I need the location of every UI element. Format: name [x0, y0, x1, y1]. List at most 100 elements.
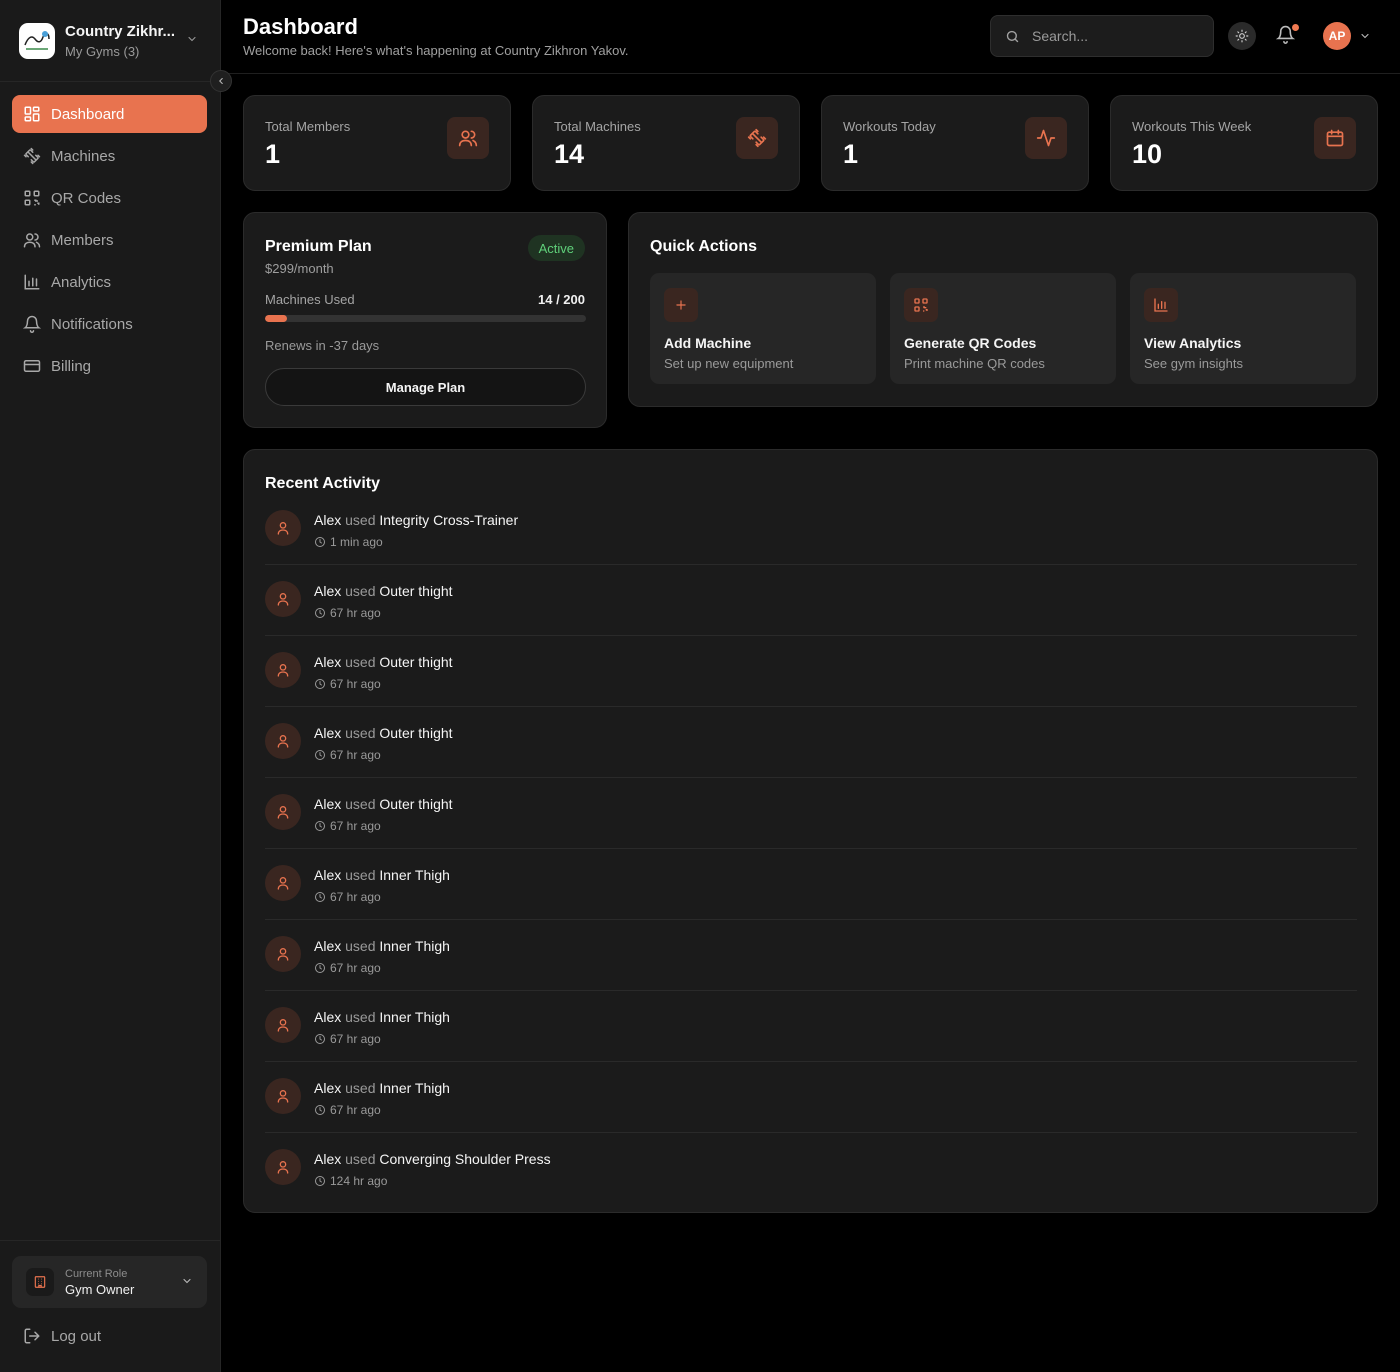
activity-time-text: 1 min ago: [330, 535, 383, 549]
activity-time-text: 67 hr ago: [330, 1103, 381, 1117]
theme-toggle-button[interactable]: [1228, 22, 1256, 50]
search-box[interactable]: [990, 15, 1214, 57]
activity-user: Alex: [314, 796, 342, 812]
chevron-left-icon: [216, 76, 226, 86]
bar-chart-icon: [23, 273, 41, 291]
stat-label: Workouts This Week: [1132, 119, 1252, 134]
chevron-down-icon: [186, 33, 198, 45]
quick-action-name: Add Machine: [664, 335, 752, 351]
stat-card-workouts-today: Workouts Today 1: [821, 95, 1089, 191]
quick-action-name: View Analytics: [1144, 335, 1242, 351]
activity-list: Alex used Integrity Cross-Trainer 1 min a…: [265, 494, 1357, 1204]
sidebar-item-qr-codes[interactable]: QR Codes: [12, 179, 207, 217]
activity-row: Alex used Inner Thigh 67 hr ago: [265, 849, 1357, 920]
role-label: Current Role: [65, 1267, 128, 1280]
logout-icon: [23, 1327, 41, 1345]
clock-icon: [314, 749, 330, 761]
stat-card-total-members: Total Members 1: [243, 95, 511, 191]
activity-row: Alex used Inner Thigh 67 hr ago: [265, 1062, 1357, 1133]
activity-machine: Inner Thigh: [379, 1009, 450, 1025]
activity-verb: used: [345, 796, 376, 812]
activity-time: 67 hr ago: [314, 677, 381, 691]
clock-icon: [314, 1104, 330, 1116]
user-icon: [265, 581, 301, 617]
page-subtitle: Welcome back! Here's what's happening at…: [243, 43, 629, 58]
usage-progress-bar: [265, 315, 586, 322]
bar-chart-icon: [1144, 288, 1178, 322]
user-icon: [265, 1149, 301, 1185]
search-icon: [1005, 29, 1020, 44]
gym-switcher[interactable]: Country Zikhr... My Gyms (3): [0, 0, 221, 82]
stat-label: Total Machines: [554, 119, 641, 134]
sidebar-nav: Dashboard Machines QR Codes Members Anal…: [12, 95, 207, 389]
activity-time-text: 67 hr ago: [330, 890, 381, 904]
activity-time: 67 hr ago: [314, 606, 381, 620]
activity-machine: Inner Thigh: [379, 1080, 450, 1096]
quick-action-generate-qr[interactable]: Generate QR Codes Print machine QR codes: [890, 273, 1116, 384]
logout-button[interactable]: Log out: [23, 1327, 101, 1345]
qr-code-icon: [904, 288, 938, 322]
activity-user: Alex: [314, 725, 342, 741]
activity-time: 67 hr ago: [314, 1032, 381, 1046]
user-icon: [265, 510, 301, 546]
activity-machine: Outer thight: [379, 796, 453, 812]
user-icon: [265, 794, 301, 830]
sidebar-item-machines[interactable]: Machines: [12, 137, 207, 175]
sidebar-item-label: Notifications: [51, 315, 133, 333]
divider: [0, 1240, 221, 1241]
quick-action-view-analytics[interactable]: View Analytics See gym insights: [1130, 273, 1356, 384]
user-icon: [265, 723, 301, 759]
activity-text: Alex used Outer thight: [314, 725, 453, 741]
activity-machine: Outer thight: [379, 725, 453, 741]
user-icon: [265, 865, 301, 901]
renewal-text: Renews in -37 days: [265, 338, 380, 353]
activity-row: Alex used Converging Shoulder Press 124 h…: [265, 1133, 1357, 1204]
dumbbell-icon: [736, 117, 778, 159]
stat-card-workouts-week: Workouts This Week 10: [1110, 95, 1378, 191]
sun-icon: [1235, 29, 1249, 43]
quick-action-add-machine[interactable]: Add Machine Set up new equipment: [650, 273, 876, 384]
activity-machine: Inner Thigh: [379, 867, 450, 883]
sidebar: Country Zikhr... My Gyms (3) Dashboard M…: [0, 0, 232, 1372]
plus-icon: [664, 288, 698, 322]
clock-icon: [314, 607, 330, 619]
activity-time: 124 hr ago: [314, 1174, 387, 1188]
activity-text: Alex used Inner Thigh: [314, 938, 450, 954]
dashboard-icon: [23, 105, 41, 123]
search-input[interactable]: [1032, 28, 1202, 44]
activity-verb: used: [345, 867, 376, 883]
clock-icon: [314, 536, 330, 548]
activity-time-text: 67 hr ago: [330, 819, 381, 833]
recent-activity-title: Recent Activity: [265, 475, 380, 492]
role-switcher[interactable]: Current Role Gym Owner: [12, 1256, 207, 1308]
user-avatar[interactable]: AP: [1323, 22, 1351, 50]
activity-machine: Outer thight: [379, 654, 453, 670]
activity-text: Alex used Integrity Cross-Trainer: [314, 512, 518, 528]
sidebar-item-members[interactable]: Members: [12, 221, 207, 259]
quick-actions-title: Quick Actions: [650, 238, 757, 255]
sidebar-item-dashboard[interactable]: Dashboard: [12, 95, 207, 133]
sidebar-item-analytics[interactable]: Analytics: [12, 263, 207, 301]
activity-machine: Inner Thigh: [379, 938, 450, 954]
activity-user: Alex: [314, 1009, 342, 1025]
manage-plan-button[interactable]: Manage Plan: [265, 368, 586, 406]
collapse-sidebar-button[interactable]: [210, 70, 232, 92]
clock-icon: [314, 820, 330, 832]
dumbbell-icon: [23, 147, 41, 165]
activity-verb: used: [345, 725, 376, 741]
usage-progress-fill: [265, 315, 288, 322]
sidebar-item-billing[interactable]: Billing: [12, 347, 207, 385]
recent-activity-card: Recent Activity Alex used Integrity Cros…: [243, 449, 1378, 1213]
activity-time: 1 min ago: [314, 535, 383, 549]
clock-icon: [314, 1175, 330, 1187]
sidebar-item-notifications[interactable]: Notifications: [12, 305, 207, 343]
usage-label: Machines Used: [265, 292, 355, 307]
status-badge: Active: [527, 235, 585, 261]
sidebar-item-label: Billing: [51, 357, 92, 375]
activity-time: 67 hr ago: [314, 1103, 381, 1117]
user-icon: [265, 652, 301, 688]
users-icon: [447, 117, 489, 159]
chevron-down-icon[interactable]: [1359, 30, 1371, 42]
activity-row: Alex used Outer thight 67 hr ago: [265, 565, 1357, 636]
activity-time-text: 67 hr ago: [330, 606, 381, 620]
